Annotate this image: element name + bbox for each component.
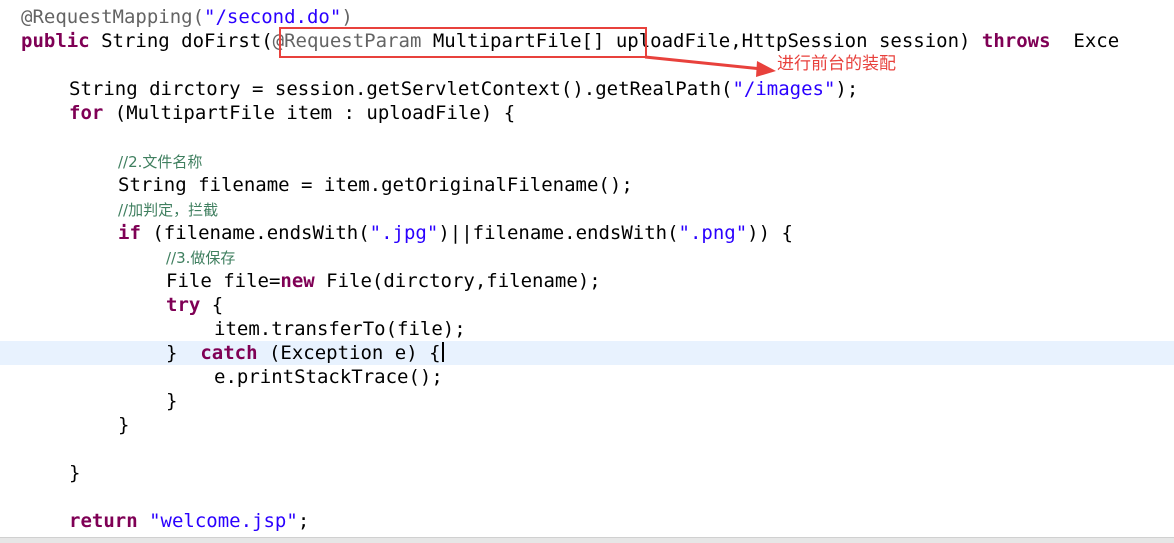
- highlight-box: [279, 27, 647, 58]
- code-line[interactable]: String dirctory = session.getServletCont…: [0, 77, 1174, 101]
- code-text: }: [166, 389, 177, 413]
- code-line[interactable]: e.printStackTrace();: [0, 365, 1174, 389]
- code-text: //3.做保存: [166, 245, 235, 270]
- text-caret: [441, 342, 444, 362]
- code-line[interactable]: }: [0, 389, 1174, 413]
- code-token: new: [280, 270, 315, 292]
- code-token: );: [835, 78, 859, 100]
- code-token: //加判定，拦截: [118, 201, 219, 219]
- code-token: File file=: [166, 270, 281, 292]
- code-text: if (filename.endsWith(".jpg")||filename.…: [118, 221, 793, 245]
- code-token: "/second.do": [204, 6, 342, 28]
- code-token: }: [166, 342, 201, 364]
- code-text: //2.文件名称: [118, 149, 202, 174]
- code-token: String filename = item.getOriginalFilena…: [118, 174, 633, 196]
- annotation-note: 进行前台的装配: [777, 54, 896, 74]
- code-text: File file=new File(dirctory,filename);: [166, 269, 601, 293]
- code-line[interactable]: //3.做保存: [0, 245, 1174, 269]
- code-token: ".png": [678, 222, 748, 244]
- code-line[interactable]: [0, 437, 1174, 461]
- code-text: return "welcome.jsp";: [69, 509, 309, 533]
- code-text: String dirctory = session.getServletCont…: [69, 77, 858, 101]
- code-token: //2.文件名称: [118, 153, 203, 171]
- code-line[interactable]: for (MultipartFile item : uploadFile) {: [0, 101, 1174, 125]
- code-token: //3.做保存: [166, 249, 236, 267]
- code-line[interactable]: item.transferTo(file);: [0, 317, 1174, 341]
- code-token: (Exception e) {: [257, 342, 441, 364]
- code-line[interactable]: File file=new File(dirctory,filename);: [0, 269, 1174, 293]
- code-token: e.printStackTrace();: [214, 366, 443, 388]
- code-text: //加判定，拦截: [118, 197, 218, 222]
- code-token: return: [69, 510, 138, 532]
- code-token: throws: [981, 30, 1051, 52]
- code-text: }: [118, 413, 129, 437]
- code-token: (filename.endsWith(: [140, 222, 370, 244]
- code-text: @RequestMapping("/second.do"): [21, 5, 353, 29]
- code-token: try: [166, 294, 201, 316]
- code-token: ".jpg": [369, 222, 439, 244]
- code-line[interactable]: @RequestMapping("/second.do"): [0, 5, 1174, 29]
- code-token: )||filename.endsWith(: [438, 222, 679, 244]
- code-token: {: [200, 294, 224, 316]
- code-token: public: [21, 30, 90, 52]
- code-token: @RequestMapping(: [21, 6, 205, 28]
- code-line[interactable]: //2.文件名称: [0, 149, 1174, 173]
- code-line[interactable]: }: [0, 461, 1174, 485]
- code-token: File(dirctory,filename);: [314, 270, 601, 292]
- code-token: "/images": [732, 78, 836, 100]
- code-token: Exce: [1050, 30, 1120, 52]
- code-text: try {: [166, 293, 223, 317]
- code-line[interactable]: //加判定，拦截: [0, 197, 1174, 221]
- code-token: }: [118, 414, 130, 436]
- code-text: }: [69, 461, 80, 485]
- code-text: } catch (Exception e) {: [166, 341, 444, 365]
- code-text: e.printStackTrace();: [214, 365, 443, 389]
- code-token: )) {: [747, 222, 793, 244]
- code-line-current[interactable]: } catch (Exception e) {: [0, 341, 1174, 365]
- code-token: catch: [200, 342, 258, 364]
- code-token: for: [69, 102, 104, 124]
- code-text: String filename = item.getOriginalFilena…: [118, 173, 633, 197]
- code-line[interactable]: [0, 485, 1174, 509]
- code-line[interactable]: try {: [0, 293, 1174, 317]
- code-line[interactable]: [0, 125, 1174, 149]
- code-line[interactable]: String filename = item.getOriginalFilena…: [0, 173, 1174, 197]
- code-token: ;: [297, 510, 310, 532]
- code-line[interactable]: return "welcome.jsp";: [0, 509, 1174, 533]
- code-token: String dirctory = session.getServletCont…: [69, 78, 733, 100]
- code-token: if: [118, 222, 141, 244]
- horizontal-scrollbar[interactable]: [0, 537, 1174, 543]
- code-token: }: [69, 462, 81, 484]
- code-editor[interactable]: @RequestMapping("/second.do") public Stri…: [0, 0, 1174, 543]
- code-token: }: [166, 390, 178, 412]
- code-text: item.transferTo(file);: [214, 317, 466, 341]
- code-token: item.transferTo(file);: [214, 318, 466, 340]
- code-token: ): [341, 6, 353, 28]
- code-line[interactable]: if (filename.endsWith(".jpg")||filename.…: [0, 221, 1174, 245]
- code-token: (MultipartFile item : uploadFile) {: [103, 102, 516, 124]
- code-text: for (MultipartFile item : uploadFile) {: [69, 101, 515, 125]
- code-token: String doFirst(: [89, 30, 273, 52]
- code-token: "welcome.jsp": [149, 510, 298, 532]
- code-line[interactable]: }: [0, 413, 1174, 437]
